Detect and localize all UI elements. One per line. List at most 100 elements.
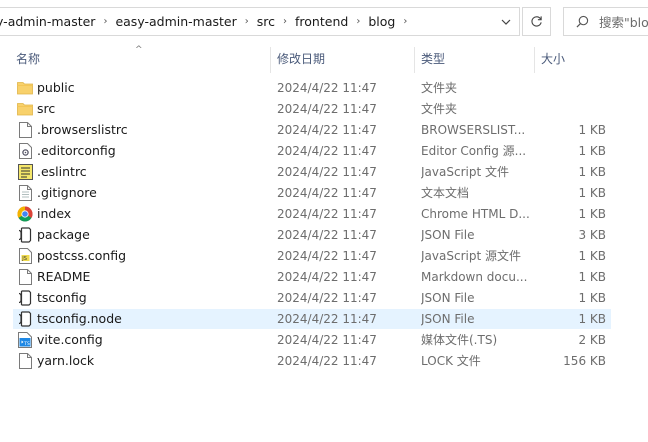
column-header-date[interactable]: 修改日期 xyxy=(277,45,325,73)
column-header-size[interactable]: 大小 xyxy=(541,45,565,73)
json-file-icon xyxy=(16,225,34,245)
text-file-icon xyxy=(16,183,34,203)
file-type: JSON File xyxy=(421,312,475,326)
file-modified-date: 2024/4/22 11:47 xyxy=(277,312,377,326)
file-name: README xyxy=(37,269,91,284)
file-type: 文件夹 xyxy=(421,81,458,95)
file-type: JavaScript 源文件 xyxy=(421,249,521,263)
file-name: .eslintrc xyxy=(37,164,87,179)
file-row-postcss-config[interactable]: JS postcss.config 2024/4/22 11:47 JavaScrip… xyxy=(13,246,611,266)
file-modified-date: 2024/4/22 11:47 xyxy=(277,249,377,263)
breadcrumb-separator-icon[interactable]: › xyxy=(397,16,413,27)
column-header-type[interactable]: 类型 xyxy=(421,45,445,73)
sort-ascending-icon: ^ xyxy=(135,45,143,55)
file-icon xyxy=(16,267,34,287)
file-name: yarn.lock xyxy=(37,353,95,368)
folder-icon xyxy=(16,78,34,98)
file-name: tsconfig.node xyxy=(37,311,122,326)
file-size: 3 KB xyxy=(578,228,606,242)
file-size: 156 KB xyxy=(563,354,606,368)
file-row-editorconfig[interactable]: .editorconfig 2024/4/22 11:47 Editor Confi… xyxy=(13,141,611,161)
file-row-yarn-lock[interactable]: yarn.lock 2024/4/22 11:47 LOCK 文件 156 KB xyxy=(13,351,611,371)
breadcrumb-item-blog[interactable]: blog xyxy=(366,14,397,29)
chrome-icon-glyph xyxy=(17,206,33,222)
file-name: index xyxy=(37,206,72,221)
breadcrumb-item-src[interactable]: src xyxy=(255,14,277,29)
file-type: JSON File xyxy=(421,228,475,242)
file-type: Editor Config 源... xyxy=(421,144,527,158)
json-file-icon-glyph xyxy=(18,290,32,306)
file-size xyxy=(533,99,606,119)
breadcrumb-separator-icon[interactable]: › xyxy=(277,16,293,27)
file-row-gitignore[interactable]: .gitignore 2024/4/22 11:47 文本文档 1 KB xyxy=(13,183,611,203)
file-name: vite.config xyxy=(37,332,103,347)
file-icon-glyph xyxy=(18,122,32,138)
breadcrumb-separator-icon[interactable]: › xyxy=(350,16,366,27)
file-name: postcss.config xyxy=(37,248,127,263)
breadcrumb-item-root[interactable]: y-admin-master xyxy=(0,14,97,29)
file-icon xyxy=(16,120,34,140)
file-size: 1 KB xyxy=(578,123,606,137)
breadcrumb-item-easy-admin-master[interactable]: easy-admin-master xyxy=(113,14,238,29)
file-row-package[interactable]: package 2024/4/22 11:47 JSON File 3 KB xyxy=(13,225,611,245)
file-type: Markdown docu... xyxy=(421,270,528,284)
breadcrumb-item-frontend[interactable]: frontend xyxy=(293,14,350,29)
file-type: LOCK 文件 xyxy=(421,354,481,368)
search-box[interactable]: 搜索"blog" xyxy=(563,7,648,36)
ts-media-file-icon-glyph: TS xyxy=(18,332,32,348)
file-type: 文件夹 xyxy=(421,102,458,116)
file-icon-glyph xyxy=(18,269,32,285)
file-modified-date: 2024/4/22 11:47 xyxy=(277,207,377,221)
file-type: JavaScript 文件 xyxy=(421,165,509,179)
column-divider[interactable] xyxy=(534,47,535,73)
json-file-icon xyxy=(16,288,34,308)
file-name: tsconfig xyxy=(37,290,87,305)
search-placeholder: 搜索"blog" xyxy=(599,15,648,30)
js-file-icon-glyph: JS xyxy=(18,248,32,264)
file-row-src[interactable]: src 2024/4/22 11:47 文件夹 xyxy=(13,99,611,119)
file-modified-date: 2024/4/22 11:47 xyxy=(277,102,377,116)
script-file-icon-glyph xyxy=(17,164,33,180)
file-size: 1 KB xyxy=(578,249,606,263)
file-size: 1 KB xyxy=(578,312,606,326)
address-bar[interactable]: y-admin-master › easy-admin-master › src… xyxy=(0,7,520,36)
file-row-readme[interactable]: README 2024/4/22 11:47 Markdown docu... 1 K… xyxy=(13,267,611,287)
breadcrumb-separator-icon[interactable]: › xyxy=(97,16,113,27)
file-modified-date: 2024/4/22 11:47 xyxy=(277,354,377,368)
file-size: 1 KB xyxy=(578,186,606,200)
breadcrumb-separator-icon[interactable]: › xyxy=(239,16,255,27)
file-type: JSON File xyxy=(421,291,475,305)
file-size: 1 KB xyxy=(578,291,606,305)
chevron-down-icon xyxy=(501,19,511,25)
json-file-icon xyxy=(16,309,34,329)
svg-text:TS: TS xyxy=(23,341,30,347)
file-row-vite-config[interactable]: TS vite.config 2024/4/22 11:47 媒体文件(.TS) 2 K… xyxy=(13,330,611,350)
file-row-eslintrc[interactable]: .eslintrc 2024/4/22 11:47 JavaScript 文件 1 K… xyxy=(13,162,611,182)
refresh-icon xyxy=(531,16,542,27)
search-icon xyxy=(576,15,589,28)
column-header-row: ^ 名称 修改日期 类型 大小 xyxy=(0,45,648,73)
file-name: src xyxy=(37,101,56,116)
ts-media-file-icon: TS xyxy=(16,330,34,350)
file-row-public[interactable]: public 2024/4/22 11:47 文件夹 xyxy=(13,78,611,98)
file-size: 1 KB xyxy=(578,207,606,221)
text-file-icon-glyph xyxy=(18,185,32,201)
script-file-icon xyxy=(16,162,34,182)
file-size: 1 KB xyxy=(578,165,606,179)
column-header-name[interactable]: 名称 xyxy=(16,45,40,73)
address-history-dropdown[interactable] xyxy=(493,8,519,35)
file-modified-date: 2024/4/22 11:47 xyxy=(277,228,377,242)
file-icon-glyph xyxy=(18,353,32,369)
file-size xyxy=(533,78,606,98)
column-divider[interactable] xyxy=(270,47,271,73)
file-row-tsconfig[interactable]: tsconfig 2024/4/22 11:47 JSON File 1 KB xyxy=(13,288,611,308)
file-row-tsconfig-node[interactable]: tsconfig.node 2024/4/22 11:47 JSON File 1 K… xyxy=(13,309,611,329)
file-row-index[interactable]: index 2024/4/22 11:47 Chrome HTML D... 1 KB xyxy=(13,204,611,224)
file-type: 文本文档 xyxy=(421,186,470,200)
refresh-button[interactable] xyxy=(522,7,551,36)
file-name: .gitignore xyxy=(37,185,97,200)
column-divider[interactable] xyxy=(414,47,415,73)
folder-icon xyxy=(16,99,34,119)
file-row-browserslistrc[interactable]: .browserslistrc 2024/4/22 11:47 BROWSERSLI… xyxy=(13,120,611,140)
gear-file-icon xyxy=(16,141,34,161)
